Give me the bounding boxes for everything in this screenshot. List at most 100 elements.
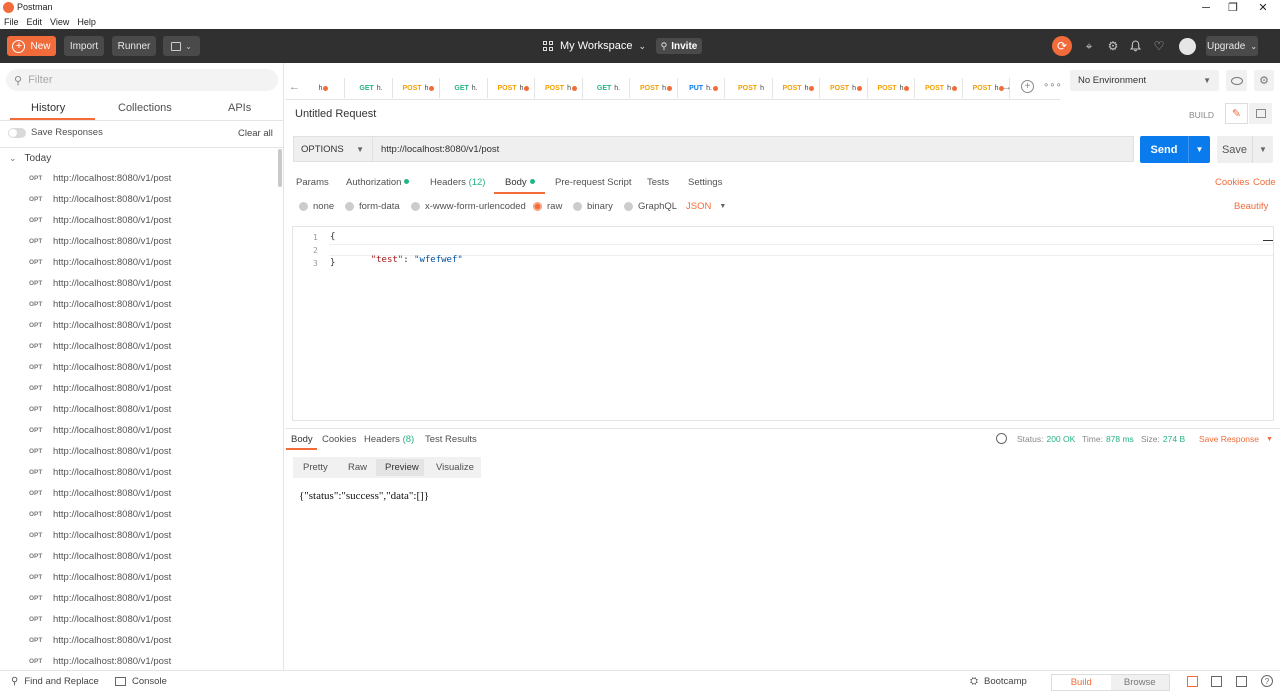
tab-collections[interactable]: Collections bbox=[118, 102, 172, 114]
new-window-button[interactable]: ⌄ bbox=[163, 36, 200, 56]
history-item[interactable]: OPT http://localhost:8080/v1/post bbox=[0, 609, 276, 630]
history-item[interactable]: OPT http://localhost:8080/v1/post bbox=[0, 378, 276, 399]
gear-icon[interactable]: ⚙ bbox=[1106, 39, 1120, 53]
size-value[interactable]: 274 B bbox=[1163, 434, 1185, 444]
find-replace-button[interactable]: ⚲ Find and Replace bbox=[11, 676, 99, 687]
heart-icon[interactable]: ♡ bbox=[1152, 39, 1166, 53]
tab-apis[interactable]: APIs bbox=[228, 102, 251, 114]
request-name[interactable]: Untitled Request bbox=[295, 108, 376, 120]
format-select[interactable]: JSON ▼ bbox=[686, 201, 726, 212]
invite-button[interactable]: ⚲ Invite bbox=[656, 38, 702, 54]
request-tab[interactable]: POST h bbox=[778, 78, 820, 98]
save-options-chevron-icon[interactable]: ▼ bbox=[1252, 136, 1273, 163]
body-type-graphql[interactable]: GraphQL bbox=[624, 201, 677, 212]
time-value[interactable]: 878 ms bbox=[1106, 434, 1134, 444]
workspace-switcher[interactable]: My Workspace ⌄ bbox=[543, 39, 646, 53]
history-item[interactable]: OPT http://localhost:8080/v1/post bbox=[0, 168, 276, 189]
clear-all-button[interactable]: Clear all bbox=[238, 128, 273, 139]
request-tab[interactable]: PUT h. bbox=[683, 78, 725, 98]
request-tab[interactable]: POST h bbox=[873, 78, 915, 98]
history-item[interactable]: OPT http://localhost:8080/v1/post bbox=[0, 294, 276, 315]
view-tab-raw[interactable]: Raw bbox=[348, 462, 367, 473]
history-item[interactable]: OPT http://localhost:8080/v1/post bbox=[0, 210, 276, 231]
tab-pre-request-script[interactable]: Pre-request Script bbox=[555, 177, 632, 188]
bell-icon[interactable] bbox=[1128, 39, 1142, 53]
view-tab-preview[interactable]: Preview bbox=[385, 462, 419, 473]
two-pane-icon[interactable] bbox=[1187, 676, 1198, 687]
sync-icon[interactable]: ⟳ bbox=[1052, 36, 1072, 56]
layout-icon[interactable] bbox=[1211, 676, 1222, 687]
environment-quick-look-button[interactable] bbox=[1226, 70, 1247, 91]
menu-help[interactable]: Help bbox=[77, 17, 96, 27]
body-type-none[interactable]: none bbox=[299, 201, 334, 212]
history-item[interactable]: OPT http://localhost:8080/v1/post bbox=[0, 273, 276, 294]
tab-body[interactable]: Body bbox=[505, 177, 535, 188]
history-group-today[interactable]: ⌄ Today bbox=[9, 153, 51, 164]
more-tabs-icon[interactable]: ∘∘∘ bbox=[1043, 80, 1062, 91]
history-item[interactable]: OPT http://localhost:8080/v1/post bbox=[0, 567, 276, 588]
history-item[interactable]: OPT http://localhost:8080/v1/post bbox=[0, 483, 276, 504]
tab-authorization[interactable]: Authorization bbox=[346, 177, 410, 188]
build-mode-button[interactable]: Build bbox=[1052, 675, 1111, 690]
request-tab[interactable]: POST h bbox=[636, 78, 678, 98]
close-button[interactable]: ✕ bbox=[1249, 1, 1277, 14]
view-tab-pretty[interactable]: Pretty bbox=[303, 462, 328, 473]
response-tab-test-results[interactable]: Test Results bbox=[425, 434, 477, 445]
history-item[interactable]: OPT http://localhost:8080/v1/post bbox=[0, 420, 276, 441]
history-item[interactable]: OPT http://localhost:8080/v1/post bbox=[0, 546, 276, 567]
environment-select[interactable]: No Environment ▼ bbox=[1070, 70, 1219, 91]
history-item[interactable]: OPT http://localhost:8080/v1/post bbox=[0, 588, 276, 609]
bootcamp-button[interactable]: ⛭ Bootcamp bbox=[970, 676, 1027, 687]
request-tab[interactable]: h bbox=[303, 78, 345, 98]
history-item[interactable]: OPT http://localhost:8080/v1/post bbox=[0, 462, 276, 483]
history-item[interactable]: OPT http://localhost:8080/v1/post bbox=[0, 252, 276, 273]
history-item[interactable]: OPT http://localhost:8080/v1/post bbox=[0, 231, 276, 252]
history-item[interactable]: OPT http://localhost:8080/v1/post bbox=[0, 630, 276, 651]
history-item[interactable]: OPT http://localhost:8080/v1/post bbox=[0, 504, 276, 525]
import-button[interactable]: Import bbox=[64, 36, 104, 56]
history-item[interactable]: OPT http://localhost:8080/v1/post bbox=[0, 336, 276, 357]
tab-headers[interactable]: Headers (12) bbox=[430, 177, 485, 188]
history-item[interactable]: OPT http://localhost:8080/v1/post bbox=[0, 525, 276, 546]
sidebar-scrollbar[interactable] bbox=[278, 149, 282, 187]
send-options-chevron-icon[interactable]: ▼ bbox=[1188, 136, 1210, 163]
tabs-forward-icon[interactable]: → bbox=[1001, 81, 1012, 93]
filter-input[interactable]: ⚲ Filter bbox=[6, 69, 278, 91]
request-tab[interactable]: POST h bbox=[541, 78, 583, 98]
body-type-x-www-form-urlencoded[interactable]: x-www-form-urlencoded bbox=[411, 201, 526, 212]
beautify-link[interactable]: Beautify bbox=[1234, 201, 1268, 212]
menu-file[interactable]: File bbox=[4, 17, 19, 27]
menu-view[interactable]: View bbox=[50, 17, 69, 27]
help-icon[interactable]: ? bbox=[1261, 675, 1273, 687]
new-button[interactable]: + New bbox=[7, 36, 56, 56]
console-button[interactable]: Console bbox=[115, 676, 167, 687]
settings-icon[interactable]: ⚙ bbox=[1254, 70, 1274, 91]
request-tab[interactable]: GET h. bbox=[446, 78, 488, 98]
history-item[interactable]: OPT http://localhost:8080/v1/post bbox=[0, 399, 276, 420]
response-tab-body[interactable]: Body bbox=[291, 434, 313, 445]
body-type-form-data[interactable]: form-data bbox=[345, 201, 400, 212]
method-select[interactable]: OPTIONS ▼ bbox=[293, 136, 373, 162]
request-tab[interactable]: GET h. bbox=[351, 78, 393, 98]
request-tab[interactable]: POST h bbox=[731, 78, 773, 98]
tab-settings[interactable]: Settings bbox=[688, 177, 722, 188]
cookies-link[interactable]: Cookies bbox=[1215, 177, 1249, 188]
view-tab-visualize[interactable]: Visualize bbox=[436, 462, 474, 473]
tab-history[interactable]: History bbox=[31, 102, 65, 114]
browse-mode-button[interactable]: Browse bbox=[1110, 675, 1169, 690]
keyboard-icon[interactable] bbox=[1236, 676, 1247, 687]
code-editor[interactable]: 1 2 3 { "test": "wfefwef" } bbox=[292, 226, 1274, 421]
status-value[interactable]: 200 OK bbox=[1046, 434, 1075, 444]
tabs-back-icon[interactable]: ← bbox=[289, 81, 300, 93]
avatar[interactable] bbox=[1179, 38, 1196, 55]
history-item[interactable]: OPT http://localhost:8080/v1/post bbox=[0, 189, 276, 210]
request-tab[interactable]: POST h bbox=[921, 78, 963, 98]
upgrade-button[interactable]: Upgrade ⌄ bbox=[1206, 36, 1258, 56]
url-input[interactable]: http://localhost:8080/v1/post bbox=[373, 136, 1134, 162]
history-item[interactable]: OPT http://localhost:8080/v1/post bbox=[0, 315, 276, 336]
save-button[interactable]: Save ▼ bbox=[1217, 136, 1273, 163]
history-item[interactable]: OPT http://localhost:8080/v1/post bbox=[0, 357, 276, 378]
send-button[interactable]: Send ▼ bbox=[1140, 136, 1210, 163]
history-item[interactable]: OPT http://localhost:8080/v1/post bbox=[0, 441, 276, 462]
request-tab[interactable]: GET h. bbox=[588, 78, 630, 98]
